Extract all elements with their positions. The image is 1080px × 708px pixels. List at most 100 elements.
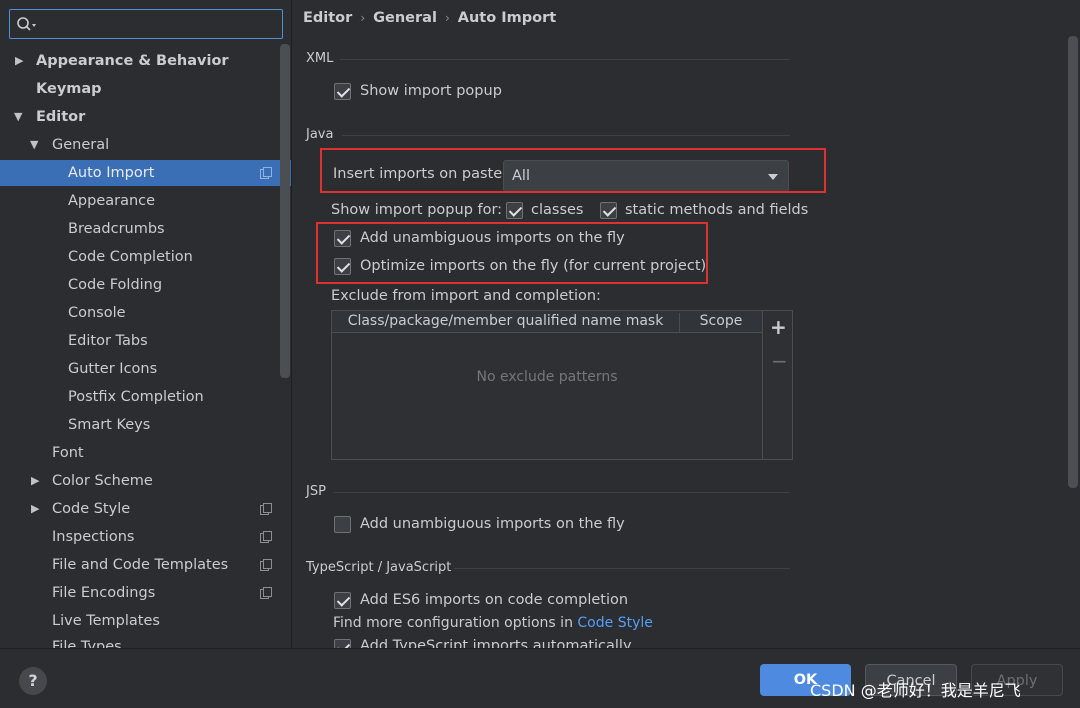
sidebar-item-label: Live Templates xyxy=(52,613,160,629)
settings-sidebar: ▶ Appearance & Behavior Keymap ▼ Editor … xyxy=(0,0,292,648)
sidebar-item-label: Code Folding xyxy=(68,277,163,293)
chevron-down-icon: ▼ xyxy=(14,110,23,123)
sidebar-item-label: Breadcrumbs xyxy=(68,221,165,237)
show-import-popup-checkbox[interactable] xyxy=(334,83,351,100)
sidebar-item-label: Gutter Icons xyxy=(68,361,158,377)
static-methods-label: static methods and fields xyxy=(625,202,809,218)
sidebar-item-inspections[interactable]: Inspections xyxy=(0,524,291,550)
find-more-label: Find more configuration options in xyxy=(333,615,573,631)
dialog-footer: ? OK Cancel Apply CSDN @老师好！我是羊尼飞 xyxy=(0,648,1080,708)
search-icon xyxy=(17,17,36,31)
breadcrumb-general[interactable]: General xyxy=(373,10,437,26)
section-divider xyxy=(334,492,790,493)
sidebar-item-label: Appearance & Behavior xyxy=(36,53,229,69)
section-divider xyxy=(454,568,790,569)
sidebar-item-label: Smart Keys xyxy=(68,417,151,433)
sidebar-item-label: Code Style xyxy=(52,501,131,517)
sidebar-item-code-style[interactable]: ▶ Code Style xyxy=(0,496,291,522)
chevron-right-icon: ▶ xyxy=(31,502,40,515)
sidebar-item-label: File Encodings xyxy=(52,585,156,601)
content-scrollbar[interactable] xyxy=(1068,36,1078,488)
copy-settings-icon xyxy=(260,531,272,543)
code-style-link[interactable]: Code Style xyxy=(577,615,652,631)
classes-checkbox[interactable] xyxy=(506,202,523,219)
section-title-java: Java xyxy=(306,127,334,142)
add-es6-imports-checkbox[interactable] xyxy=(334,592,351,609)
add-ts-imports-label: Add TypeScript imports automatically xyxy=(360,638,632,648)
sidebar-item-file-code-templates[interactable]: File and Code Templates xyxy=(0,552,291,578)
chevron-right-icon: ▶ xyxy=(15,54,24,67)
table-header: Class/package/member qualified name mask… xyxy=(332,311,762,333)
sidebar-item-live-templates[interactable]: Live Templates xyxy=(0,608,291,634)
copy-settings-icon xyxy=(260,167,272,179)
sidebar-item-label: Appearance xyxy=(68,193,156,209)
column-header-mask[interactable]: Class/package/member qualified name mask xyxy=(332,313,679,329)
sidebar-item-appearance[interactable]: Appearance xyxy=(0,188,291,214)
sidebar-item-label: Code Completion xyxy=(68,249,193,265)
search-input[interactable] xyxy=(9,9,283,39)
sidebar-item-label: Editor xyxy=(36,109,86,125)
sidebar-item-file-types[interactable]: File Types xyxy=(0,634,291,648)
sidebar-item-label: Font xyxy=(52,445,84,461)
remove-icon[interactable]: − xyxy=(771,349,788,373)
chevron-down-icon: ▼ xyxy=(30,138,39,151)
add-icon[interactable]: + xyxy=(770,315,787,339)
sidebar-item-appearance-behavior[interactable]: ▶ Appearance & Behavior xyxy=(0,48,291,74)
show-import-popup-label: Show import popup xyxy=(360,83,502,99)
breadcrumb-editor[interactable]: Editor xyxy=(303,10,352,26)
clipped-row: Add TypeScript imports automatically xyxy=(300,636,1060,648)
sidebar-item-console[interactable]: Console xyxy=(0,300,291,326)
add-unambiguous-jsp-checkbox[interactable] xyxy=(334,516,351,533)
sidebar-item-label: Editor Tabs xyxy=(68,333,148,349)
sidebar-item-auto-import[interactable]: Auto Import xyxy=(0,160,291,186)
sidebar-item-color-scheme[interactable]: ▶ Color Scheme xyxy=(0,468,291,494)
sidebar-item-label: Auto Import xyxy=(68,165,155,181)
sidebar-item-label: Console xyxy=(68,305,126,321)
sidebar-item-gutter-icons[interactable]: Gutter Icons xyxy=(0,356,291,382)
sidebar-item-general[interactable]: ▼ General xyxy=(0,132,291,158)
sidebar-item-label: Color Scheme xyxy=(52,473,153,489)
chevron-right-icon: › xyxy=(360,11,366,25)
sidebar-item-breadcrumbs[interactable]: Breadcrumbs xyxy=(0,216,291,242)
sidebar-item-label: Postfix Completion xyxy=(68,389,204,405)
show-popup-for-label: Show import popup for: xyxy=(331,202,503,218)
highlight-box-on-the-fly xyxy=(316,222,708,284)
table-empty-text: No exclude patterns xyxy=(476,369,618,385)
exclude-table[interactable]: Class/package/member qualified name mask… xyxy=(331,310,793,460)
chevron-right-icon: › xyxy=(444,11,450,25)
section-title-typescript: TypeScript / JavaScript xyxy=(306,560,452,575)
add-es6-imports-label: Add ES6 imports on code completion xyxy=(360,592,629,608)
sidebar-item-label: General xyxy=(52,137,110,153)
sidebar-item-editor-tabs[interactable]: Editor Tabs xyxy=(0,328,291,354)
chevron-right-icon: ▶ xyxy=(31,474,40,487)
exclude-label: Exclude from import and completion: xyxy=(331,288,601,304)
add-unambiguous-jsp-label: Add unambiguous imports on the fly xyxy=(360,516,625,532)
watermark-text: CSDN @老师好！我是羊尼飞 xyxy=(810,681,1021,700)
breadcrumb: Editor › General › Auto Import xyxy=(303,8,556,28)
classes-label: classes xyxy=(531,202,584,218)
sidebar-item-postfix-completion[interactable]: Postfix Completion xyxy=(0,384,291,410)
static-methods-checkbox[interactable] xyxy=(600,202,617,219)
sidebar-item-keymap[interactable]: Keymap xyxy=(0,76,291,102)
find-more-text: Find more configuration options in Code … xyxy=(333,615,653,631)
sidebar-item-smart-keys[interactable]: Smart Keys xyxy=(0,412,291,438)
section-title-jsp: JSP xyxy=(306,484,326,499)
highlight-box-paste xyxy=(320,148,826,193)
sidebar-item-font[interactable]: Font xyxy=(0,440,291,466)
sidebar-item-label: Inspections xyxy=(52,529,135,545)
breadcrumb-auto-import: Auto Import xyxy=(457,10,557,26)
help-button[interactable]: ? xyxy=(19,667,47,695)
column-header-scope[interactable]: Scope xyxy=(679,313,762,333)
sidebar-item-label: File and Code Templates xyxy=(52,557,229,573)
table-toolbar: + − xyxy=(762,311,793,459)
sidebar-item-code-completion[interactable]: Code Completion xyxy=(0,244,291,270)
add-ts-imports-checkbox[interactable] xyxy=(334,639,351,648)
sidebar-item-label: Keymap xyxy=(36,81,102,97)
sidebar-item-editor[interactable]: ▼ Editor xyxy=(0,104,291,130)
section-title-xml: XML xyxy=(306,51,334,66)
sidebar-item-code-folding[interactable]: Code Folding xyxy=(0,272,291,298)
sidebar-scrollbar[interactable] xyxy=(280,44,290,378)
copy-settings-icon xyxy=(260,587,272,599)
sidebar-item-file-encodings[interactable]: File Encodings xyxy=(0,580,291,606)
sidebar-item-label: File Types xyxy=(52,639,122,648)
